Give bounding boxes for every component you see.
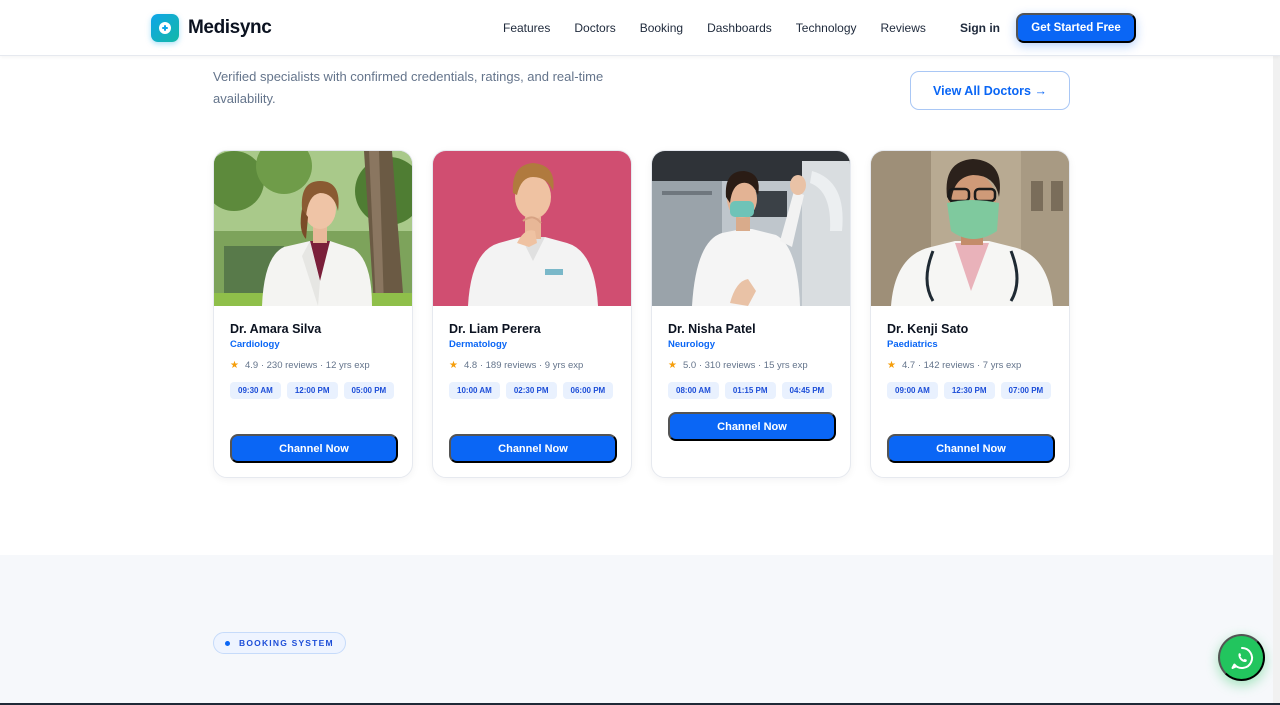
brand-name: Medisync: [188, 17, 272, 38]
doctor-card-amara-silva: Dr. Amara Silva Cardiology ★ 4.9 · 230 r…: [213, 150, 413, 478]
doctor-card-nisha-patel: Dr. Nisha Patel Neurology ★ 5.0 · 310 re…: [651, 150, 851, 478]
meta-separator: ·: [317, 360, 326, 371]
doctor-photo: [871, 151, 1069, 306]
doctor-photo: [214, 151, 412, 306]
whatsapp-chat-button[interactable]: [1218, 634, 1265, 681]
time-slot[interactable]: 08:00 AM: [668, 382, 719, 399]
doctor-specialty: Dermatology: [449, 339, 508, 350]
time-slots: 09:00 AM 12:30 PM 07:00 PM: [887, 382, 1059, 403]
time-slot[interactable]: 05:00 PM: [343, 382, 395, 399]
pill-dot: [225, 640, 230, 646]
doctor-rating: 4.9: [244, 360, 259, 371]
doctor-experience: 7 yrs exp: [982, 360, 1022, 371]
doctor-name: Dr. Amara Silva: [230, 322, 322, 336]
booking-section: BOOKING SYSTEM: [0, 555, 1280, 705]
doctor-card-kenji-sato: Dr. Kenji Sato Paediatrics ★ 4.7 · 142 r…: [870, 150, 1070, 478]
channel-now-button[interactable]: Channel Now: [449, 434, 617, 463]
booking-section-pill: BOOKING SYSTEM: [213, 632, 346, 654]
doctor-experience: 15 yrs exp: [763, 360, 808, 371]
star-icon: ★: [668, 360, 677, 371]
meta-separator: ·: [755, 360, 764, 371]
nav-link-booking[interactable]: Booking: [640, 21, 683, 35]
meta-separator: ·: [915, 360, 924, 371]
doctor-specialty: Cardiology: [230, 339, 280, 350]
doctor-photo: [433, 151, 631, 306]
nav-link-dashboards[interactable]: Dashboards: [707, 21, 772, 35]
star-icon: ★: [230, 360, 239, 371]
doctor-name: Dr. Liam Perera: [449, 322, 541, 336]
time-slot[interactable]: 09:30 AM: [230, 382, 281, 399]
time-slots: 09:30 AM 12:00 PM 05:00 PM: [230, 382, 402, 403]
booking-pill-label: BOOKING SYSTEM: [239, 638, 334, 648]
doctor-reviews: 310 reviews: [704, 360, 756, 371]
whatsapp-icon: [1231, 646, 1253, 669]
view-all-doctors-button[interactable]: View All Doctors →: [910, 71, 1070, 110]
time-slot[interactable]: 02:30 PM: [505, 382, 557, 399]
doctor-specialty: Neurology: [668, 339, 715, 350]
time-slot[interactable]: 09:00 AM: [887, 382, 938, 399]
time-slots: 08:00 AM 01:15 PM 04:45 PM: [668, 382, 840, 403]
channel-now-button[interactable]: Channel Now: [230, 434, 398, 463]
doctor-rating-row: ★ 4.9 · 230 reviews · 12 yrs exp: [230, 360, 370, 371]
page-scrollbar[interactable]: [1273, 56, 1280, 703]
get-started-button[interactable]: Get Started Free: [1016, 13, 1136, 43]
time-slot[interactable]: 10:00 AM: [449, 382, 500, 399]
doctor-reviews: 142 reviews: [923, 360, 975, 371]
nav-link-features[interactable]: Features: [503, 21, 550, 35]
channel-now-button[interactable]: Channel Now: [887, 434, 1055, 463]
doctor-experience: 9 yrs exp: [544, 360, 584, 371]
meta-separator: ·: [536, 360, 545, 371]
doctor-name: Dr. Nisha Patel: [668, 322, 756, 336]
doctor-reviews: 189 reviews: [485, 360, 537, 371]
doctor-card-liam-perera: Dr. Liam Perera Dermatology ★ 4.8 · 189 …: [432, 150, 632, 478]
nav-links: Features Doctors Booking Dashboards Tech…: [503, 0, 950, 56]
nav-link-reviews[interactable]: Reviews: [881, 21, 926, 35]
doctor-rating-row: ★ 4.8 · 189 reviews · 9 yrs exp: [449, 360, 583, 371]
time-slot[interactable]: 04:45 PM: [781, 382, 833, 399]
doctor-experience: 12 yrs exp: [325, 360, 370, 371]
navbar-inner: Medisync Features Doctors Booking Dashbo…: [151, 0, 1136, 56]
meta-separator: ·: [258, 360, 267, 371]
top-navbar: Medisync Features Doctors Booking Dashbo…: [0, 0, 1280, 56]
meta-separator: ·: [696, 360, 705, 371]
time-slot[interactable]: 06:00 PM: [562, 382, 614, 399]
star-icon: ★: [887, 360, 896, 371]
medical-plus-icon: [151, 14, 179, 42]
doctors-section-subtitle: Verified specialists with confirmed cred…: [213, 69, 604, 106]
doctor-name: Dr. Kenji Sato: [887, 322, 969, 336]
doctor-rating-row: ★ 4.7 · 142 reviews · 7 yrs exp: [887, 360, 1021, 371]
nav-link-technology[interactable]: Technology: [796, 21, 857, 35]
nav-link-doctors[interactable]: Doctors: [574, 21, 615, 35]
time-slot[interactable]: 01:15 PM: [724, 382, 776, 399]
sign-in-link[interactable]: Sign in: [960, 21, 1000, 35]
doctor-rating-row: ★ 5.0 · 310 reviews · 15 yrs exp: [668, 360, 808, 371]
meta-separator: ·: [477, 360, 486, 371]
doctor-specialty: Paediatrics: [887, 339, 938, 350]
time-slot[interactable]: 12:30 PM: [943, 382, 995, 399]
doctor-photo: [652, 151, 850, 306]
time-slots: 10:00 AM 02:30 PM 06:00 PM: [449, 382, 621, 403]
brand-logo[interactable]: Medisync: [151, 14, 272, 42]
time-slot[interactable]: 12:00 PM: [286, 382, 338, 399]
doctor-rating: 4.8: [463, 360, 478, 371]
time-slot[interactable]: 07:00 PM: [1000, 382, 1052, 399]
doctor-rating: 5.0: [682, 360, 697, 371]
doctor-rating: 4.7: [901, 360, 916, 371]
meta-separator: ·: [974, 360, 983, 371]
doctor-reviews: 230 reviews: [266, 360, 318, 371]
channel-now-button[interactable]: Channel Now: [668, 412, 836, 441]
star-icon: ★: [449, 360, 458, 371]
